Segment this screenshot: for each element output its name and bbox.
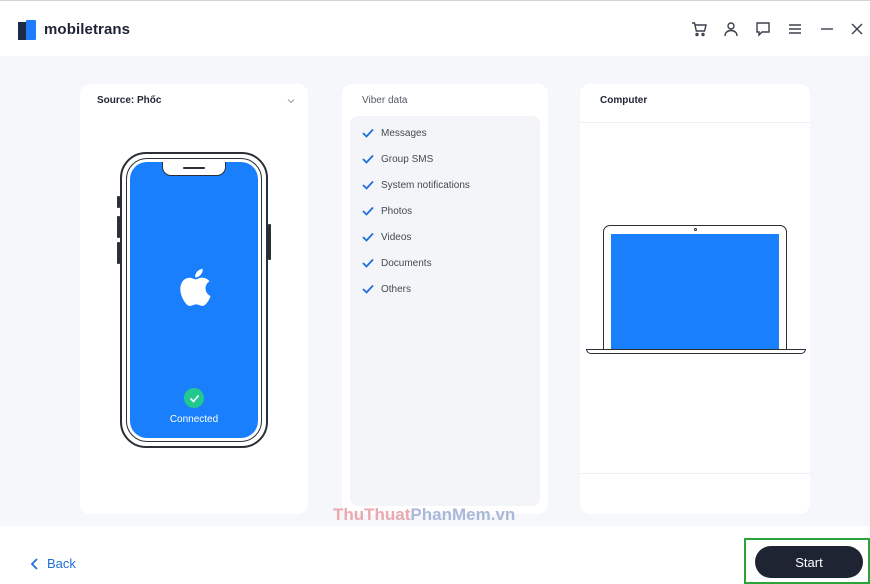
watermark: ThuThuatPhanMem.vn [333, 505, 515, 525]
app-name: mobiletrans [44, 21, 131, 38]
close-icon[interactable] [846, 18, 868, 40]
checkmark-icon[interactable] [362, 232, 374, 242]
checkmark-icon[interactable] [362, 206, 374, 216]
list-item-label: Photos [381, 205, 413, 217]
destination-body [580, 122, 810, 474]
source-panel: Source: Phốc Connected [80, 84, 308, 514]
checkmark-icon[interactable] [362, 284, 374, 294]
footer: Back Start [0, 526, 870, 584]
account-icon[interactable] [720, 18, 742, 40]
laptop-screen [611, 234, 779, 349]
phone-screen: Connected [130, 162, 258, 438]
checkmark-icon[interactable] [362, 154, 374, 164]
iphone-illustration: Connected [117, 152, 271, 448]
list-item-label: Messages [381, 127, 427, 139]
destination-panel: Computer [580, 84, 810, 514]
viber-data-list: Messages Group SMS System notifications … [350, 116, 540, 506]
watermark-part2: PhanMem.vn [410, 505, 516, 524]
list-item-system-notifications[interactable]: System notifications [362, 178, 470, 192]
list-item-label: Others [381, 283, 412, 295]
list-item-label: Group SMS [381, 153, 434, 165]
viber-data-title: Viber data [362, 95, 408, 106]
list-item-group-sms[interactable]: Group SMS [362, 152, 433, 166]
list-item-messages[interactable]: Messages [362, 126, 427, 140]
list-item-others[interactable]: Others [362, 282, 411, 296]
feedback-icon[interactable] [752, 18, 774, 40]
checkmark-icon[interactable] [362, 128, 374, 138]
laptop-illustration [586, 225, 806, 357]
chevron-down-icon[interactable] [286, 96, 296, 106]
checkmark-icon[interactable] [362, 258, 374, 268]
viber-data-panel: Viber data Messages Group SMS System not… [342, 84, 548, 514]
checkmark-icon[interactable] [362, 180, 374, 190]
cart-icon[interactable] [688, 18, 710, 40]
chevron-left-icon [30, 557, 38, 570]
list-item-label: Videos [381, 231, 412, 243]
start-button[interactable]: Start [755, 546, 863, 578]
list-item-videos[interactable]: Videos [362, 230, 411, 244]
apple-logo-icon [180, 268, 211, 306]
destination-title: Computer [600, 95, 648, 106]
source-device-dropdown-label[interactable]: Source: Phốc [97, 95, 161, 106]
back-label: Back [47, 556, 76, 571]
list-item-label: Documents [381, 257, 432, 269]
title-bar: mobiletrans [0, 0, 870, 56]
list-item-label: System notifications [381, 179, 470, 191]
connection-status: Connected [169, 414, 219, 425]
mobiletrans-logo-icon [18, 20, 38, 40]
watermark-part1: ThuThuat [333, 505, 411, 524]
back-button[interactable]: Back [30, 556, 76, 571]
connected-check-icon [184, 388, 204, 408]
menu-icon[interactable] [784, 18, 806, 40]
minimize-icon[interactable] [816, 18, 838, 40]
list-item-photos[interactable]: Photos [362, 204, 412, 218]
list-item-documents[interactable]: Documents [362, 256, 432, 270]
main-area: Source: Phốc Connected Viber data Messag… [0, 56, 870, 526]
